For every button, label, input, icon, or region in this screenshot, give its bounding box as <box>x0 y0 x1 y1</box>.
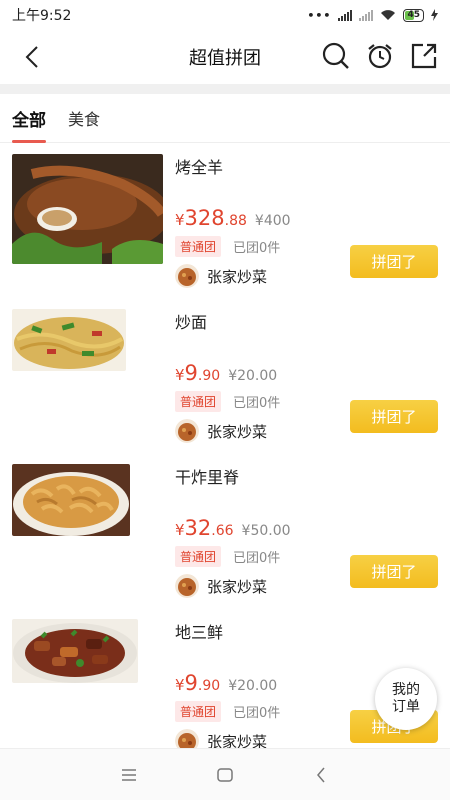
page-title: 超值拼团 <box>189 48 261 69</box>
price-decimal: .66 <box>211 523 234 539</box>
alarm-clock-icon <box>368 44 392 69</box>
price-integer: 32 <box>184 516 212 540</box>
shop-row: 张家炒菜 <box>175 419 267 443</box>
list-item[interactable]: 干炸里脊 ¥ 32 .66 ¥50.00 普通团 已团0件 张家炒菜 拼团了 <box>0 454 450 609</box>
my-order-label-line2: 订单 <box>392 699 420 715</box>
tab-all[interactable]: 全部 <box>12 94 46 143</box>
price-row: ¥ 9 .90 ¥20.00 <box>175 671 277 695</box>
list-item[interactable]: 炒面 ¥ 9 .90 ¥20.00 普通团 已团0件 张家炒菜 拼团了 <box>0 299 450 454</box>
price-integer: 328 <box>184 206 225 230</box>
back-button[interactable] <box>18 42 46 72</box>
home-nav-button[interactable] <box>177 755 273 795</box>
shop-name: 张家炒菜 <box>207 577 268 596</box>
home-square-icon <box>217 767 233 782</box>
product-image <box>12 154 163 264</box>
join-group-button[interactable]: 拼团了 <box>350 555 438 588</box>
shop-logo <box>175 264 199 288</box>
group-type-badge: 普通团 <box>175 701 222 722</box>
my-order-label-line1: 我的 <box>392 682 420 698</box>
category-tabs: 全部 美食 <box>0 94 450 143</box>
group-info: 普通团 已团0件 <box>175 701 280 722</box>
list-item[interactable]: 烤全羊 ¥ 328 .88 ¥400 普通团 已团0件 张家炒菜 拼团了 <box>0 144 450 299</box>
price-row: ¥ 328 .88 ¥400 <box>175 206 291 230</box>
price-decimal: .90 <box>197 678 221 694</box>
tab-food[interactable]: 美食 <box>68 94 100 143</box>
product-image <box>12 464 130 536</box>
price-decimal: .88 <box>224 213 247 229</box>
joined-count: 已团0件 <box>233 706 281 721</box>
back-triangle-icon <box>317 767 325 782</box>
menu-icon <box>122 768 136 781</box>
product-list: 烤全羊 ¥ 328 .88 ¥400 普通团 已团0件 张家炒菜 拼团了 炒面 … <box>0 144 450 748</box>
joined-count: 已团0件 <box>233 551 281 566</box>
original-price: ¥400 <box>254 213 291 229</box>
group-info: 普通团 已团0件 <box>175 546 280 567</box>
price-row: ¥ 32 .66 ¥50.00 <box>175 516 291 540</box>
price-symbol: ¥ <box>175 211 185 229</box>
joined-count: 已团0件 <box>233 241 281 256</box>
join-group-button[interactable]: 拼团了 <box>350 400 438 433</box>
shop-row: 张家炒菜 <box>175 729 267 748</box>
price-row: ¥ 9 .90 ¥20.00 <box>175 361 277 385</box>
price-decimal: .90 <box>197 368 221 384</box>
status-bar: 上午9:52 ••• 45 <box>0 0 450 30</box>
battery-level: 45 <box>407 10 420 20</box>
price-integer: 9 <box>184 361 198 385</box>
group-info: 普通团 已团0件 <box>175 391 280 412</box>
title-bar: 超值拼团 <box>0 30 450 84</box>
top-actions <box>322 40 438 72</box>
back-nav-button[interactable] <box>273 755 369 795</box>
product-name: 炒面 <box>175 313 208 332</box>
charging-icon <box>431 9 438 21</box>
shop-logo <box>175 574 199 598</box>
dots-icon: ••• <box>307 8 332 22</box>
original-price: ¥20.00 <box>228 368 278 384</box>
share-icon <box>411 43 437 69</box>
group-info: 普通团 已团0件 <box>175 236 280 257</box>
shop-name: 张家炒菜 <box>207 267 268 286</box>
joined-count: 已团0件 <box>233 396 281 411</box>
original-price: ¥20.00 <box>228 678 278 694</box>
product-image <box>12 309 126 371</box>
system-nav-bar <box>0 748 450 800</box>
battery-icon: 45 <box>403 8 424 22</box>
price-symbol: ¥ <box>175 676 185 694</box>
shop-name: 张家炒菜 <box>207 422 268 441</box>
signal-icon <box>338 9 353 21</box>
search-icon <box>322 42 349 69</box>
status-time: 上午9:52 <box>12 8 72 24</box>
original-price: ¥50.00 <box>241 523 291 539</box>
share-button[interactable] <box>410 40 438 72</box>
status-icons: ••• 45 <box>307 8 438 22</box>
shop-name: 张家炒菜 <box>207 732 268 749</box>
price-symbol: ¥ <box>175 366 185 384</box>
shop-row: 张家炒菜 <box>175 574 267 598</box>
menu-nav-button[interactable] <box>81 755 177 795</box>
product-name: 地三鲜 <box>175 623 224 642</box>
group-type-badge: 普通团 <box>175 391 222 412</box>
alarm-button[interactable] <box>366 40 394 72</box>
product-name: 烤全羊 <box>175 158 224 177</box>
product-name: 干炸里脊 <box>175 468 240 487</box>
shop-logo <box>175 729 199 748</box>
price-integer: 9 <box>184 671 198 695</box>
shop-logo <box>175 419 199 443</box>
group-type-badge: 普通团 <box>175 546 222 567</box>
join-group-button[interactable]: 拼团了 <box>350 245 438 278</box>
my-order-button[interactable]: 我的 订单 <box>375 668 437 730</box>
group-type-badge: 普通团 <box>175 236 222 257</box>
header-separator <box>0 84 450 94</box>
chevron-left-icon <box>25 46 38 68</box>
price-symbol: ¥ <box>175 521 185 539</box>
wifi-icon <box>381 10 396 20</box>
product-image <box>12 619 138 683</box>
search-button[interactable] <box>322 40 350 72</box>
shop-row: 张家炒菜 <box>175 264 267 288</box>
signal-icon-secondary <box>359 9 374 21</box>
